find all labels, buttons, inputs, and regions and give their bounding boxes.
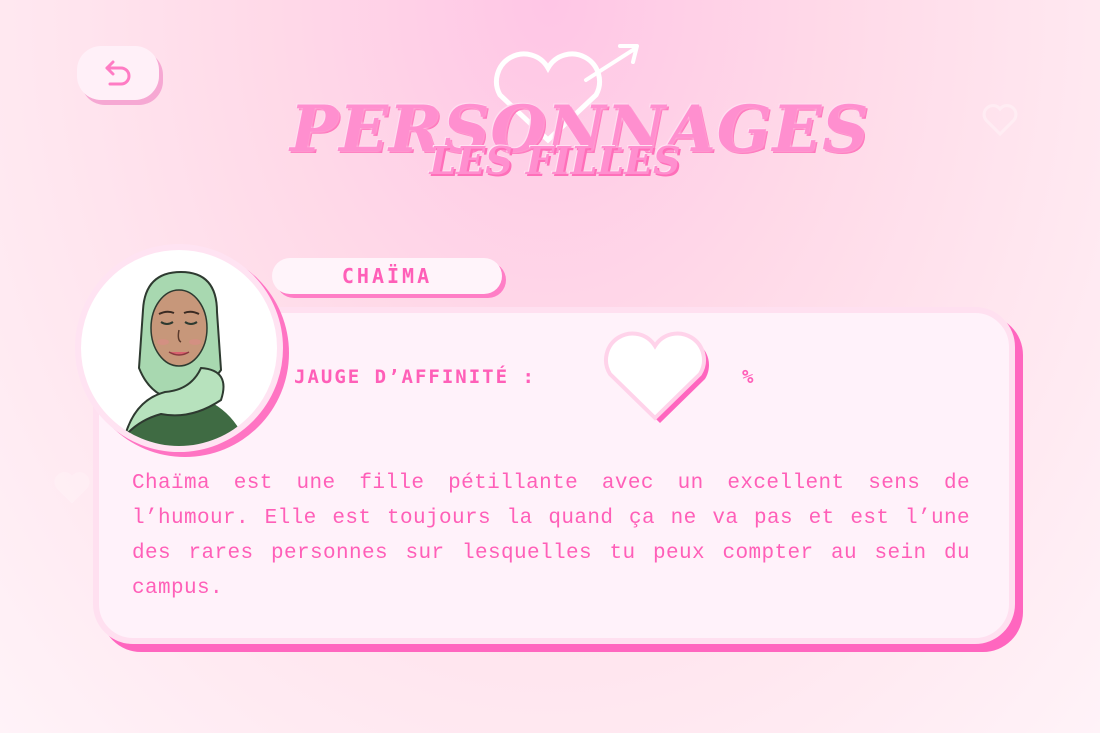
heart-gauge-icon: [604, 331, 709, 423]
back-arrow-icon: [105, 60, 131, 86]
page-header: PERSONNAGES LES FILLES: [290, 40, 868, 190]
decorative-heart-icon: [54, 472, 90, 504]
character-name: CHAÏMA: [341, 264, 433, 288]
decorative-heart-icon: [982, 104, 1018, 137]
page-subtitle: LES FILLES: [429, 138, 681, 183]
back-button[interactable]: [77, 46, 159, 100]
affinity-gauge-label: JAUGE D’AFFINITÉ :: [294, 366, 536, 388]
character-description: Chaïma est une fille pétillante avec un …: [132, 472, 970, 600]
character-name-tab: CHAÏMA: [272, 258, 502, 294]
affinity-gauge-value: %: [742, 366, 754, 388]
character-avatar: [75, 244, 283, 452]
character-portrait: [121, 270, 247, 446]
